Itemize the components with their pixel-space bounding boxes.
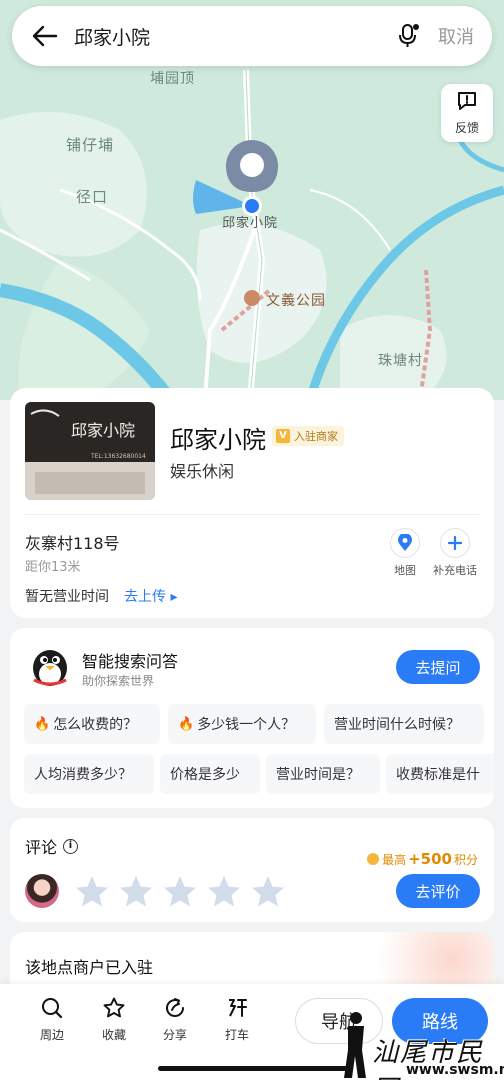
map-label-zhutangcun: 珠塘村: [378, 353, 423, 369]
feedback-button[interactable]: 反馈: [441, 84, 493, 142]
merchant-title: 该地点商户已入驻: [25, 958, 154, 977]
qa-chip[interactable]: 营业时间什么时候？: [324, 704, 484, 744]
poi-address: 灰寨村118号: [25, 534, 120, 553]
qa-chip[interactable]: 营业时间是？: [266, 754, 380, 794]
add-phone-label: 补充电话: [433, 564, 477, 577]
poi-thumb-tel: TEL:13632680014: [90, 453, 146, 460]
merchant-badge: V 入驻商家: [272, 426, 344, 446]
tab-favorite[interactable]: 收藏: [91, 996, 137, 1043]
reward-prefix: 最高: [382, 852, 407, 867]
write-review-button[interactable]: 去评价: [396, 874, 480, 908]
merchant-badge-label: 入驻商家: [294, 430, 338, 443]
qa-chip-label: 营业时间是？: [276, 767, 360, 783]
tab-nearby-label: 周边: [39, 1028, 64, 1042]
poi-category: 娱乐休闲: [170, 462, 235, 481]
qa-chip[interactable]: 价格是多少: [160, 754, 260, 794]
plus-icon: [440, 528, 470, 558]
qa-subtitle: 助你探索世界: [82, 674, 155, 688]
qa-chip-label: 价格是多少: [170, 767, 240, 783]
taxi-icon: [229, 999, 247, 1017]
tab-share-label: 分享: [162, 1028, 187, 1042]
coin-icon: [367, 853, 380, 865]
ask-question-button[interactable]: 去提问: [396, 650, 480, 684]
feedback-label: 反馈: [454, 121, 479, 135]
add-phone-button[interactable]: 补充电话: [430, 528, 480, 578]
map-action-button[interactable]: 地图: [380, 528, 430, 578]
map-label-puzaipu: 铺仔埔: [66, 136, 115, 154]
qa-chip-label: 人均消费多少？: [34, 767, 132, 783]
qa-chip[interactable]: 人均消费多少？: [24, 754, 154, 794]
fire-icon: 🔥: [34, 716, 51, 732]
microphone-icon[interactable]: [394, 21, 424, 51]
rating-stars[interactable]: [74, 874, 294, 910]
qa-title: 智能搜索问答: [82, 652, 179, 671]
tab-taxi[interactable]: 打车: [214, 996, 260, 1043]
cancel-button[interactable]: 取消: [438, 23, 474, 49]
review-card: 评论 i 最高 +500 积分 去评价: [10, 818, 494, 922]
poi-thumb-sign: 邱家小院: [71, 421, 135, 440]
share-icon: [166, 998, 185, 1017]
qa-chip-label: 多少钱一个人？: [197, 717, 296, 733]
review-reward: 最高 +500 积分: [367, 850, 478, 868]
star-icon: [103, 997, 125, 1018]
tab-share[interactable]: 分享: [152, 996, 198, 1043]
poi-distance: 距你13米: [25, 560, 81, 575]
user-avatar: [25, 874, 59, 908]
review-title-label: 评论: [25, 838, 58, 857]
map-label-puyuanding: 埔园顶: [150, 71, 195, 87]
rating-star-icon[interactable]: [250, 874, 286, 910]
person-silhouette-icon: [344, 1012, 366, 1078]
home-indicator[interactable]: [158, 1066, 348, 1071]
feedback-icon: [456, 90, 478, 116]
poi-hours: 暂无营业时间: [25, 589, 109, 605]
info-icon[interactable]: i: [63, 838, 79, 854]
rating-star-icon[interactable]: [206, 874, 242, 910]
fire-icon: 🔥: [178, 716, 195, 732]
reward-amount: +500: [408, 850, 452, 868]
poi-thumbnail[interactable]: 邱家小院 TEL:13632680014: [25, 402, 155, 500]
map-pin-label: 邱家小院: [222, 216, 279, 231]
poi-card[interactable]: 邱家小院 TEL:13632680014 邱家小院 V 入驻商家 娱乐休闲 灰寨…: [10, 388, 494, 618]
smart-qa-card: 智能搜索问答 助你探索世界 去提问 🔥 怎么收费的？ 🔥 多少钱一个人？ 营业时间什…: [10, 628, 494, 808]
upload-hours-link[interactable]: 去上传 ▸: [124, 586, 177, 606]
watermark-url: www.swsm.net: [406, 1062, 504, 1078]
qa-chip[interactable]: 🔥 怎么收费的？: [24, 704, 160, 744]
rating-star-icon[interactable]: [74, 874, 110, 910]
site-watermark: 汕尾市民网 www.swsm.net: [338, 1010, 504, 1080]
tab-favorite-label: 收藏: [101, 1028, 126, 1042]
review-title: 评论 i: [25, 834, 79, 858]
verified-icon: V: [276, 429, 290, 443]
back-arrow-icon[interactable]: [30, 21, 60, 51]
map-action-label: 地图: [394, 564, 416, 577]
penguin-mascot-icon: [28, 644, 72, 688]
rating-star-icon[interactable]: [162, 874, 198, 910]
qa-chip-label: 收费标准是什: [396, 767, 480, 783]
qa-chip-label: 怎么收费的？: [53, 717, 138, 733]
tab-taxi-label: 打车: [224, 1028, 249, 1042]
search-query[interactable]: 邱家小院: [74, 23, 394, 50]
tab-nearby[interactable]: 周边: [29, 996, 75, 1043]
map-label-jingkou: 径口: [76, 188, 109, 206]
location-pin-icon: [390, 528, 420, 558]
search-bar[interactable]: 邱家小院 取消: [12, 6, 492, 66]
poi-name: 邱家小院: [170, 426, 266, 454]
qa-chip[interactable]: 收费标准是什: [386, 754, 494, 794]
reward-suffix: 积分: [453, 852, 478, 867]
search-icon: [42, 998, 63, 1019]
qa-chip-label: 营业时间什么时候？: [334, 717, 460, 733]
rating-star-icon[interactable]: [118, 874, 154, 910]
map-label-park: 文義公园: [266, 293, 326, 309]
qa-chip[interactable]: 🔥 多少钱一个人？: [168, 704, 316, 744]
divider: [25, 514, 479, 515]
